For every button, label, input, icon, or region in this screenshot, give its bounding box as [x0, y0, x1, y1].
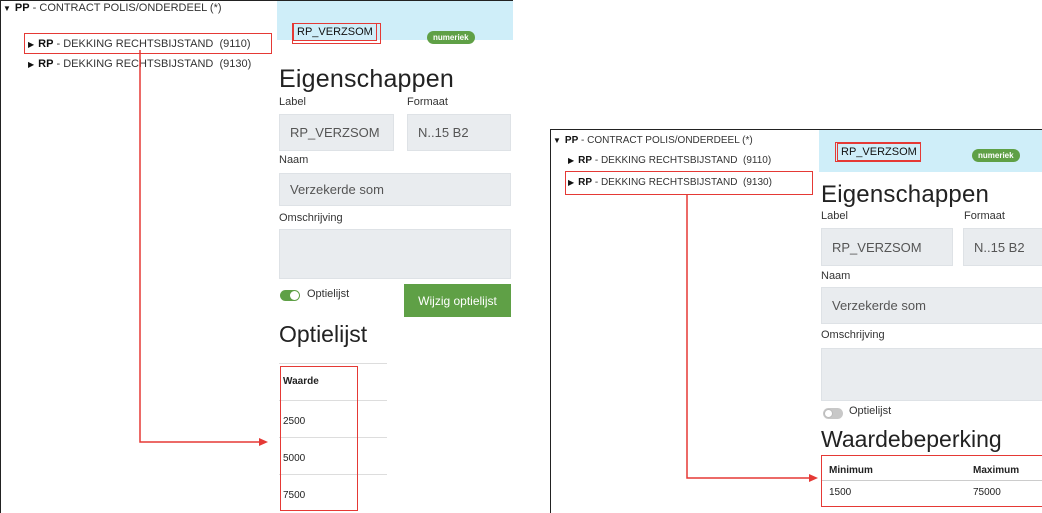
collapse-triangle-icon[interactable]: ▼: [3, 2, 11, 16]
optionlist-heading: Optielijst: [279, 321, 368, 347]
tree-item-label: - DEKKING RECHTSBIJSTAND: [53, 58, 214, 70]
expand-triangle-icon[interactable]: ▶: [568, 154, 574, 168]
label-caption: Label: [821, 210, 848, 222]
highlight-box: [835, 142, 921, 162]
screenshot-right: ▼ PP - CONTRACT POLIS/ONDERDEEL (*) ▶ RP -…: [550, 129, 1042, 513]
optionlist-toggle-label: Optielijst: [849, 405, 892, 417]
highlight-box: [565, 171, 813, 195]
name-field[interactable]: Verzekerde som: [821, 287, 1042, 324]
properties-heading: Eigenschappen: [821, 181, 990, 208]
description-caption: Omschrijving: [821, 329, 885, 341]
format-field[interactable]: N..15 B2: [407, 114, 511, 151]
optionlist-toggle-label: Optielijst: [307, 288, 350, 300]
tree-root-code: PP: [564, 135, 579, 146]
format-caption: Formaat: [407, 96, 448, 108]
name-caption: Naam: [821, 270, 851, 282]
tree-item-number: (9130): [219, 58, 252, 70]
label-field[interactable]: RP_VERZSOM: [279, 114, 394, 151]
description-field[interactable]: [279, 229, 511, 279]
properties-heading: Eigenschappen: [279, 65, 454, 93]
tree-root-code: PP: [14, 2, 30, 14]
screenshot-left: ▼ PP - CONTRACT POLIS/ONDERDEEL (*) ▶ RP -…: [0, 0, 513, 513]
tree-item-code: RP: [38, 58, 54, 70]
optionlist-toggle[interactable]: [823, 408, 843, 419]
description-caption: Omschrijving: [279, 212, 343, 224]
tree-root[interactable]: ▼ PP - CONTRACT POLIS/ONDERDEEL (*): [3, 1, 222, 16]
expand-triangle-icon[interactable]: ▶: [28, 58, 34, 72]
tree-item-9130[interactable]: ▶ RP - DEKKING RECHTSBIJSTAND (9130): [28, 57, 251, 72]
tree-root-label: - CONTRACT POLIS/ONDERDEEL (*): [29, 2, 222, 14]
highlight-box: [280, 366, 358, 511]
tree-item-code: RP: [578, 155, 593, 166]
highlight-box: [24, 33, 272, 54]
tree-item-label: - DEKKING RECHTSBIJSTAND: [592, 155, 738, 166]
format-field[interactable]: N..15 B2: [963, 228, 1042, 266]
label-caption: Label: [279, 96, 306, 108]
tree-item-9110[interactable]: ▶ RP - DEKKING RECHTSBIJSTAND (9110): [568, 154, 771, 168]
highlight-box: [821, 455, 1042, 507]
label-field[interactable]: RP_VERZSOM: [821, 228, 953, 266]
tree-root-label: - CONTRACT POLIS/ONDERDEEL (*): [578, 135, 753, 146]
type-badge: numeriek: [427, 31, 475, 44]
tree-root[interactable]: ▼ PP - CONTRACT POLIS/ONDERDEEL (*): [553, 134, 753, 148]
collapse-triangle-icon[interactable]: ▼: [553, 134, 561, 148]
tree-item-number: (9110): [743, 155, 772, 166]
name-field[interactable]: Verzekerde som: [279, 173, 511, 206]
highlight-box: [292, 23, 381, 44]
optionlist-toggle[interactable]: [280, 290, 300, 301]
edit-optionlist-button[interactable]: Wijzig optielijst: [404, 284, 511, 317]
format-caption: Formaat: [964, 210, 1005, 222]
name-caption: Naam: [279, 154, 309, 166]
description-field[interactable]: [821, 348, 1042, 401]
value-constraint-heading: Waardebeperking: [821, 426, 1002, 452]
divider: [279, 363, 387, 364]
type-badge: numeriek: [972, 149, 1020, 162]
